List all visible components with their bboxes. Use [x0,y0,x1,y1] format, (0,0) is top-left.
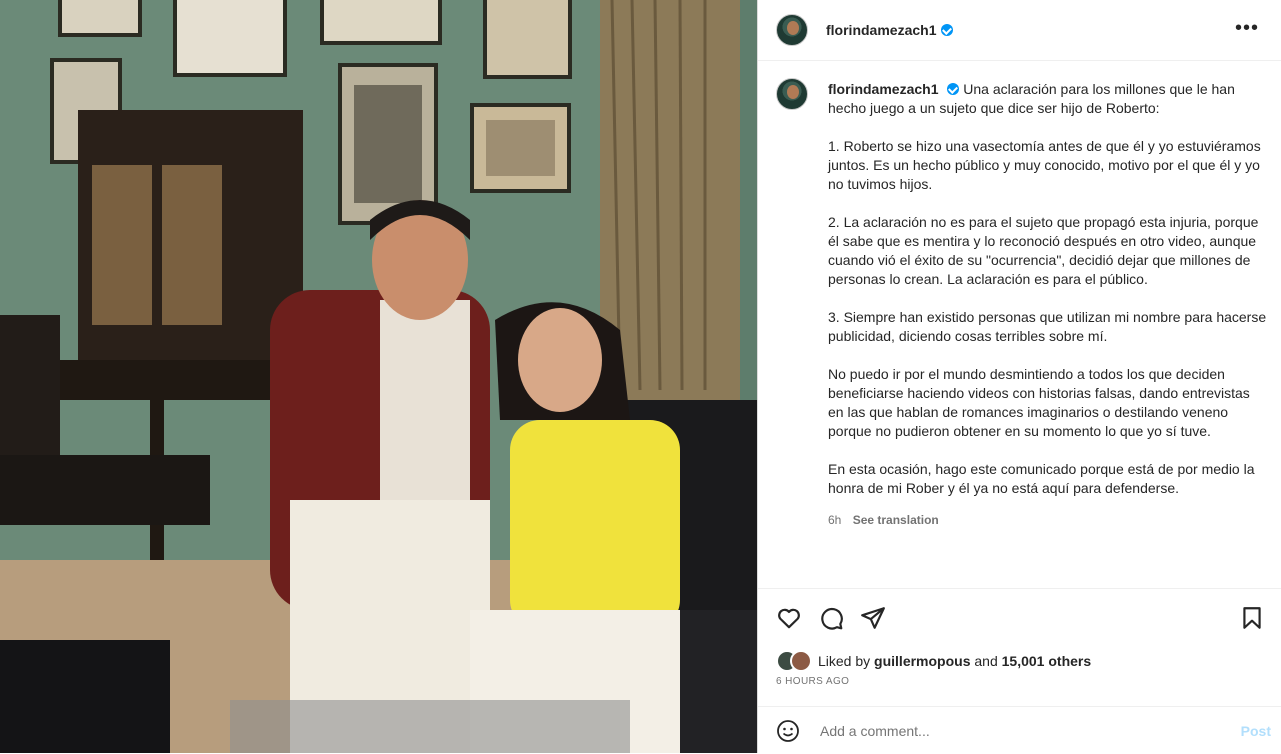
post-photo[interactable] [0,0,757,753]
post-header: florindamezach1 ••• [758,0,1281,61]
see-translation-link[interactable]: See translation [853,513,939,527]
emoji-icon[interactable] [776,719,800,743]
photo-illustration [0,0,757,753]
liked-by-others[interactable]: 15,001 others [1002,653,1092,669]
comment-icon[interactable] [818,605,844,631]
liked-by-and: and [974,653,998,669]
liker-avatar [790,650,812,672]
post-timestamp[interactable]: 6 HOURS AGO [776,676,849,687]
likes-text: Liked by guillermopous and 15,001 others [818,653,1091,669]
caption-paragraph: 2. La aclaración no es para el sujeto qu… [828,214,1259,287]
post-details-pane: florindamezach1 ••• florindamezach1 Una … [757,0,1281,753]
author-username[interactable]: florindamezach1 [826,22,936,38]
instagram-post: florindamezach1 ••• florindamezach1 Una … [0,0,1281,753]
action-bar [758,588,1281,649]
post-comment-button[interactable]: Post [1241,723,1271,739]
comment-bar: Post [758,706,1281,754]
post-age: 6h [828,513,842,527]
author-avatar[interactable] [776,14,808,46]
verified-icon [941,24,954,36]
share-icon[interactable] [860,605,886,631]
caption-username[interactable]: florindamezach1 [828,81,938,97]
caption-paragraph: En esta ocasión, hago este comunicado po… [828,461,1255,496]
caption-meta: 6h See translation [828,511,1268,530]
caption-avatar[interactable] [776,78,808,110]
caption-paragraph: florindamezach1 Una aclaración para los … [828,80,1268,118]
caption-text: florindamezach1 Una aclaración para los … [828,80,1268,530]
liked-by-user[interactable]: guillermopous [874,653,970,669]
bookmark-icon[interactable] [1239,605,1265,631]
caption-paragraph: 3. Siempre han existido personas que uti… [828,309,1267,344]
verified-icon [947,83,960,95]
heart-icon[interactable] [776,605,802,631]
comment-input[interactable] [818,721,1232,740]
more-options-icon[interactable]: ••• [1235,18,1259,38]
caption-paragraph: 1. Roberto se hizo una vasectomía antes … [828,138,1261,192]
likes-summary: Liked by guillermopous and 15,001 others [776,650,1091,672]
liked-by-label: Liked by [818,653,871,669]
caption-paragraph: No puedo ir por el mundo desmintiendo a … [828,366,1250,439]
